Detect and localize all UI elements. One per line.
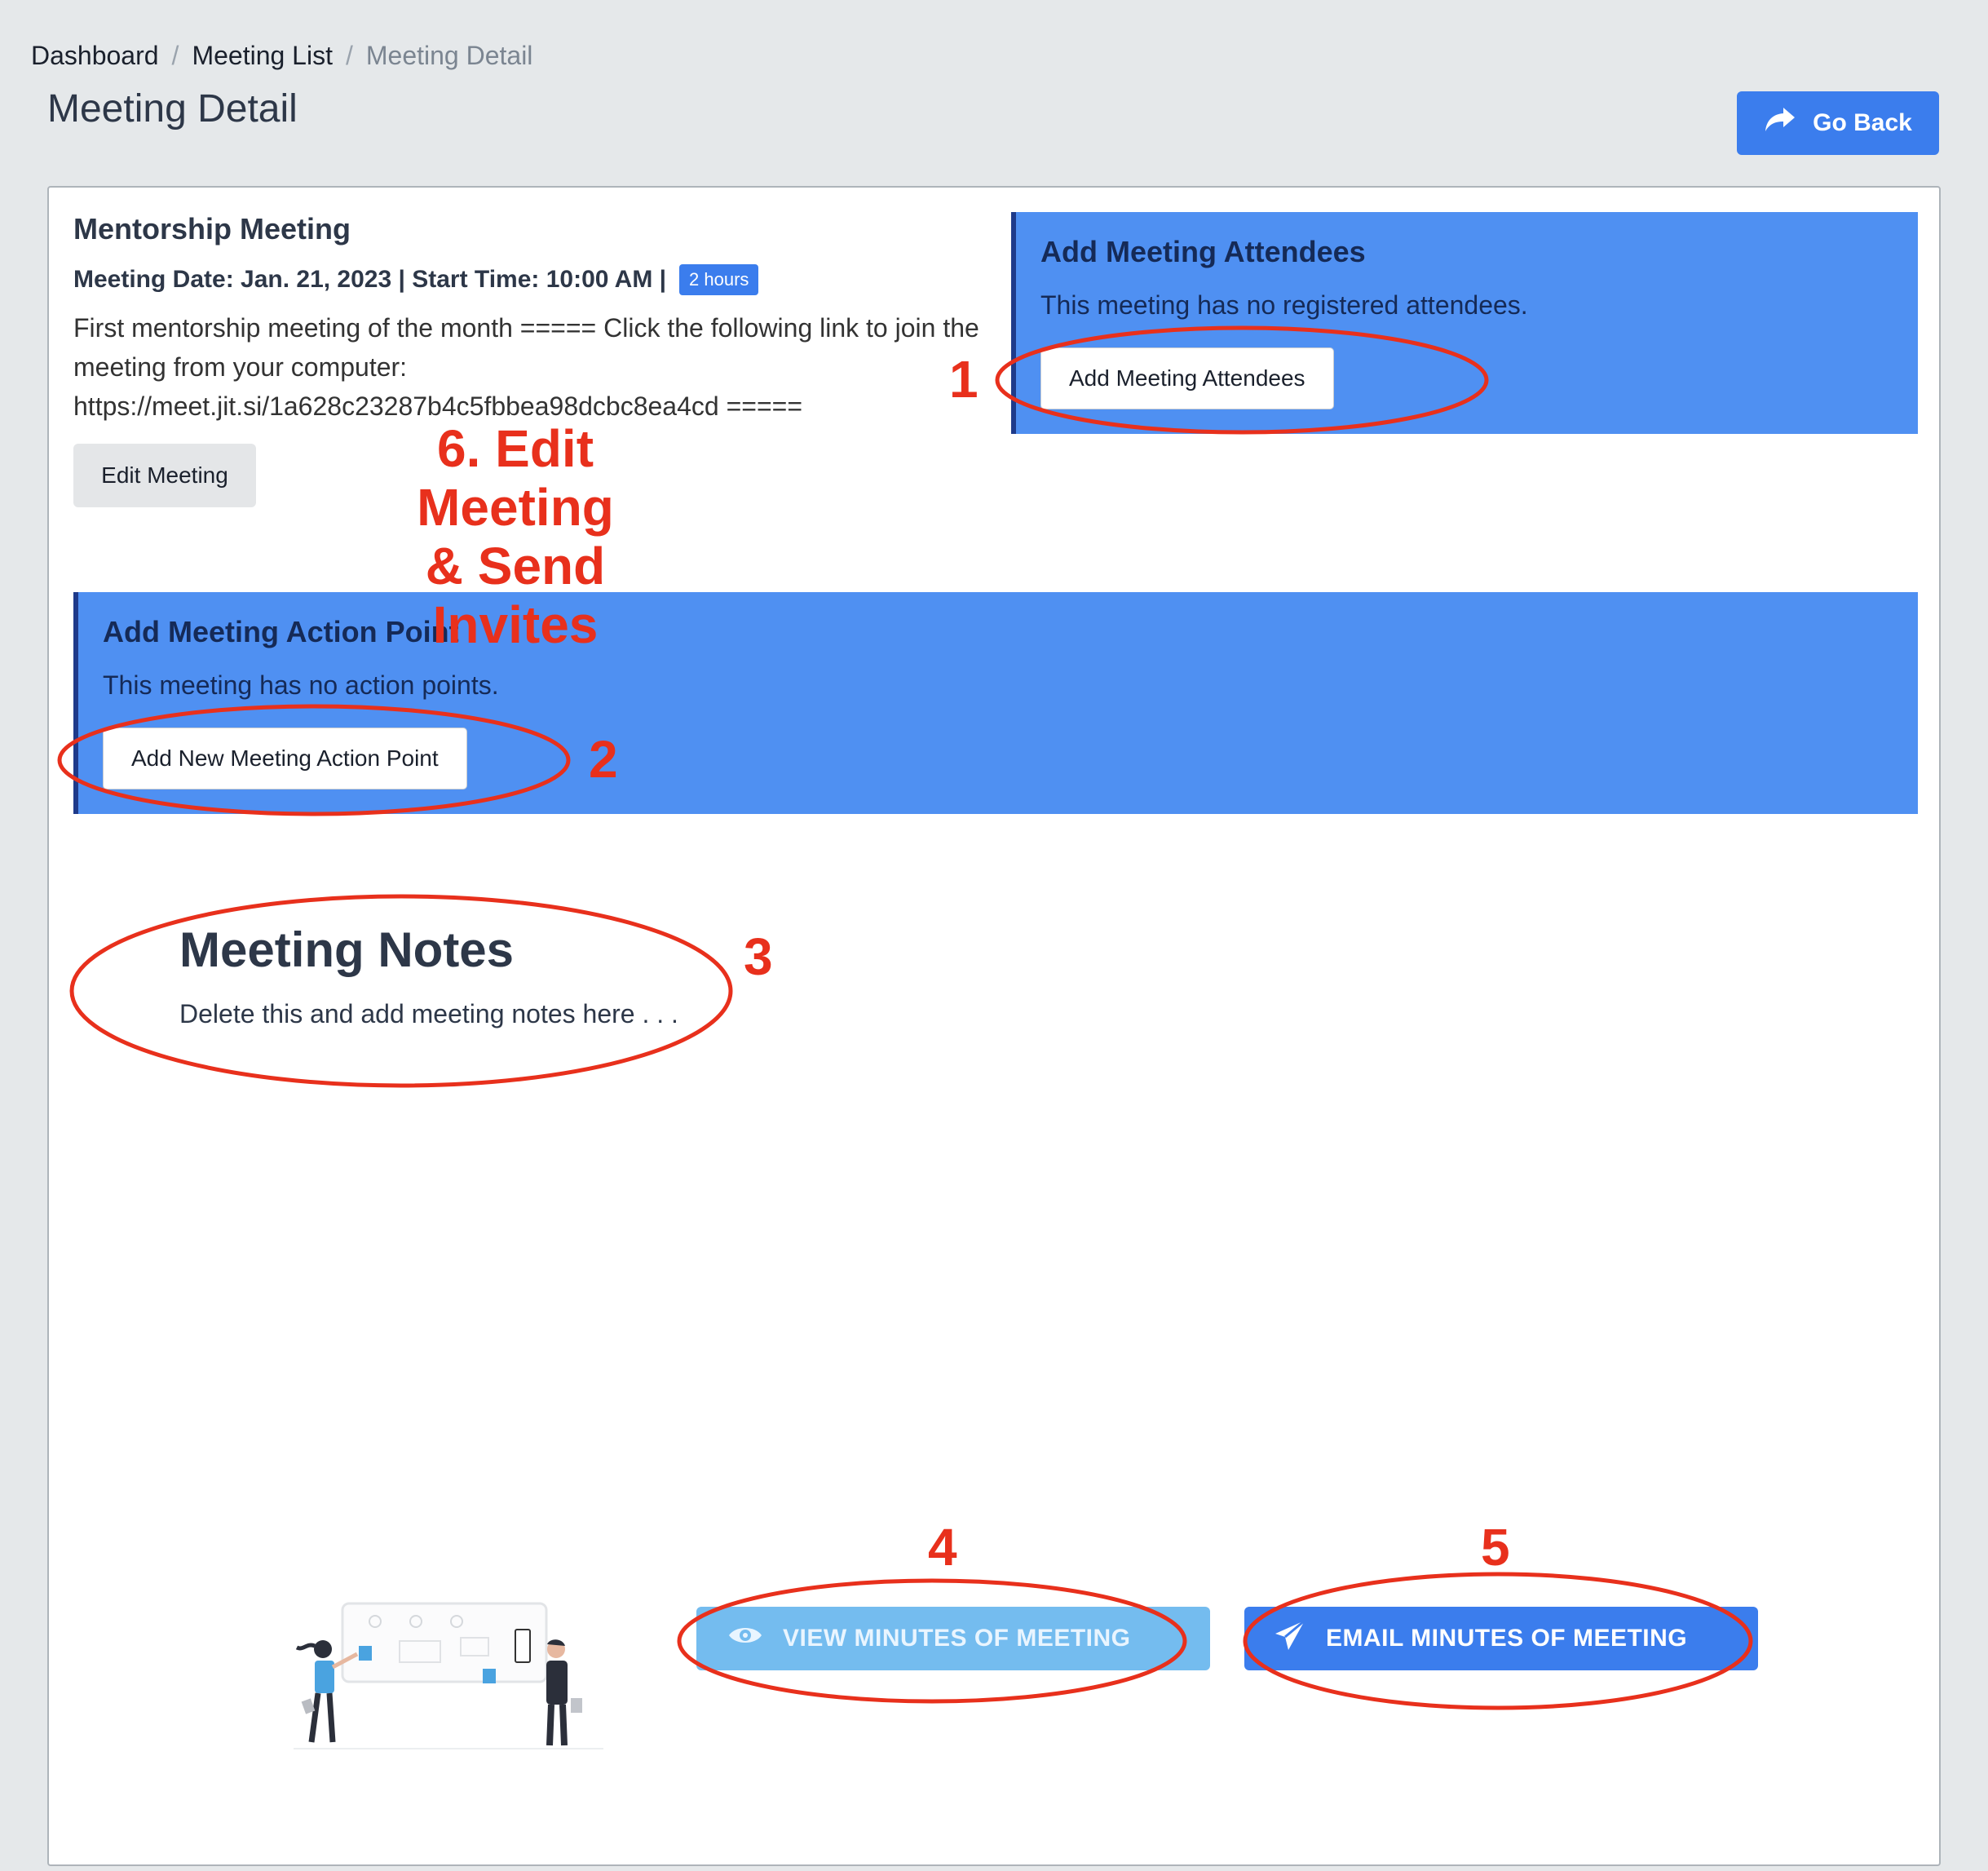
annotation-number-2: 2	[589, 730, 618, 789]
annotation-6-line-1: 6. Edit Meeting	[417, 419, 614, 537]
breadcrumb: Dashboard / Meeting List / Meeting Detai…	[31, 41, 532, 71]
notes-title: Meeting Notes	[179, 922, 515, 977]
breadcrumb-meeting-list[interactable]: Meeting List	[192, 41, 333, 71]
add-action-point-button[interactable]: Add New Meeting Action Point	[103, 728, 467, 790]
breadcrumb-dashboard[interactable]: Dashboard	[31, 41, 159, 71]
annotation-6: 6. Edit Meeting & Send Invites	[336, 419, 695, 654]
add-attendees-button[interactable]: Add Meeting Attendees	[1040, 347, 1334, 409]
meeting-description: First mentorship meeting of the month ==…	[73, 313, 979, 421]
edit-meeting-button[interactable]: Edit Meeting	[73, 444, 256, 507]
email-minutes-label: EMAIL MINUTES OF MEETING	[1326, 1625, 1688, 1652]
view-minutes-button[interactable]: VIEW MINUTES OF MEETING	[696, 1607, 1210, 1670]
attendees-panel: Add Meeting Attendees This meeting has n…	[1011, 212, 1918, 434]
attendees-panel-title: Add Meeting Attendees	[1040, 235, 1366, 268]
annotation-number-4: 4	[928, 1518, 957, 1577]
duration-badge: 2 hours	[679, 264, 759, 295]
meeting-info: Mentorship Meeting Meeting Date: Jan. 21…	[73, 212, 987, 426]
notes-body[interactable]: Delete this and add meeting notes here .…	[179, 999, 678, 1029]
go-back-button[interactable]: Go Back	[1737, 91, 1939, 155]
email-minutes-button[interactable]: EMAIL MINUTES OF MEETING	[1244, 1607, 1758, 1670]
share-arrow-icon	[1764, 106, 1796, 140]
page-title: Meeting Detail	[47, 87, 298, 130]
attendees-panel-text: This meeting has no registered attendees…	[1040, 290, 1528, 320]
meeting-meta: Meeting Date: Jan. 21, 2023 | Start Time…	[73, 264, 987, 295]
meeting-title: Mentorship Meeting	[73, 212, 351, 245]
annotation-number-3: 3	[744, 927, 773, 986]
breadcrumb-separator: /	[171, 41, 179, 70]
team-illustration	[294, 1599, 603, 1798]
meeting-date-time: Meeting Date: Jan. 21, 2023 | Start Time…	[73, 266, 667, 293]
breadcrumb-separator: /	[345, 41, 353, 70]
annotation-6-line-2: & Send Invites	[425, 537, 606, 654]
meeting-card: Mentorship Meeting Meeting Date: Jan. 21…	[47, 186, 1941, 1866]
annotation-number-5: 5	[1481, 1518, 1510, 1577]
annotation-number-1: 1	[949, 350, 979, 409]
meeting-notes[interactable]: Meeting Notes Delete this and add meetin…	[179, 922, 678, 1029]
paper-plane-icon	[1274, 1619, 1306, 1658]
go-back-label: Go Back	[1813, 109, 1912, 136]
action-panel-text: This meeting has no action points.	[103, 670, 499, 700]
view-minutes-label: VIEW MINUTES OF MEETING	[783, 1625, 1131, 1652]
eye-icon	[727, 1623, 763, 1654]
breadcrumb-current: Meeting Detail	[365, 41, 533, 70]
